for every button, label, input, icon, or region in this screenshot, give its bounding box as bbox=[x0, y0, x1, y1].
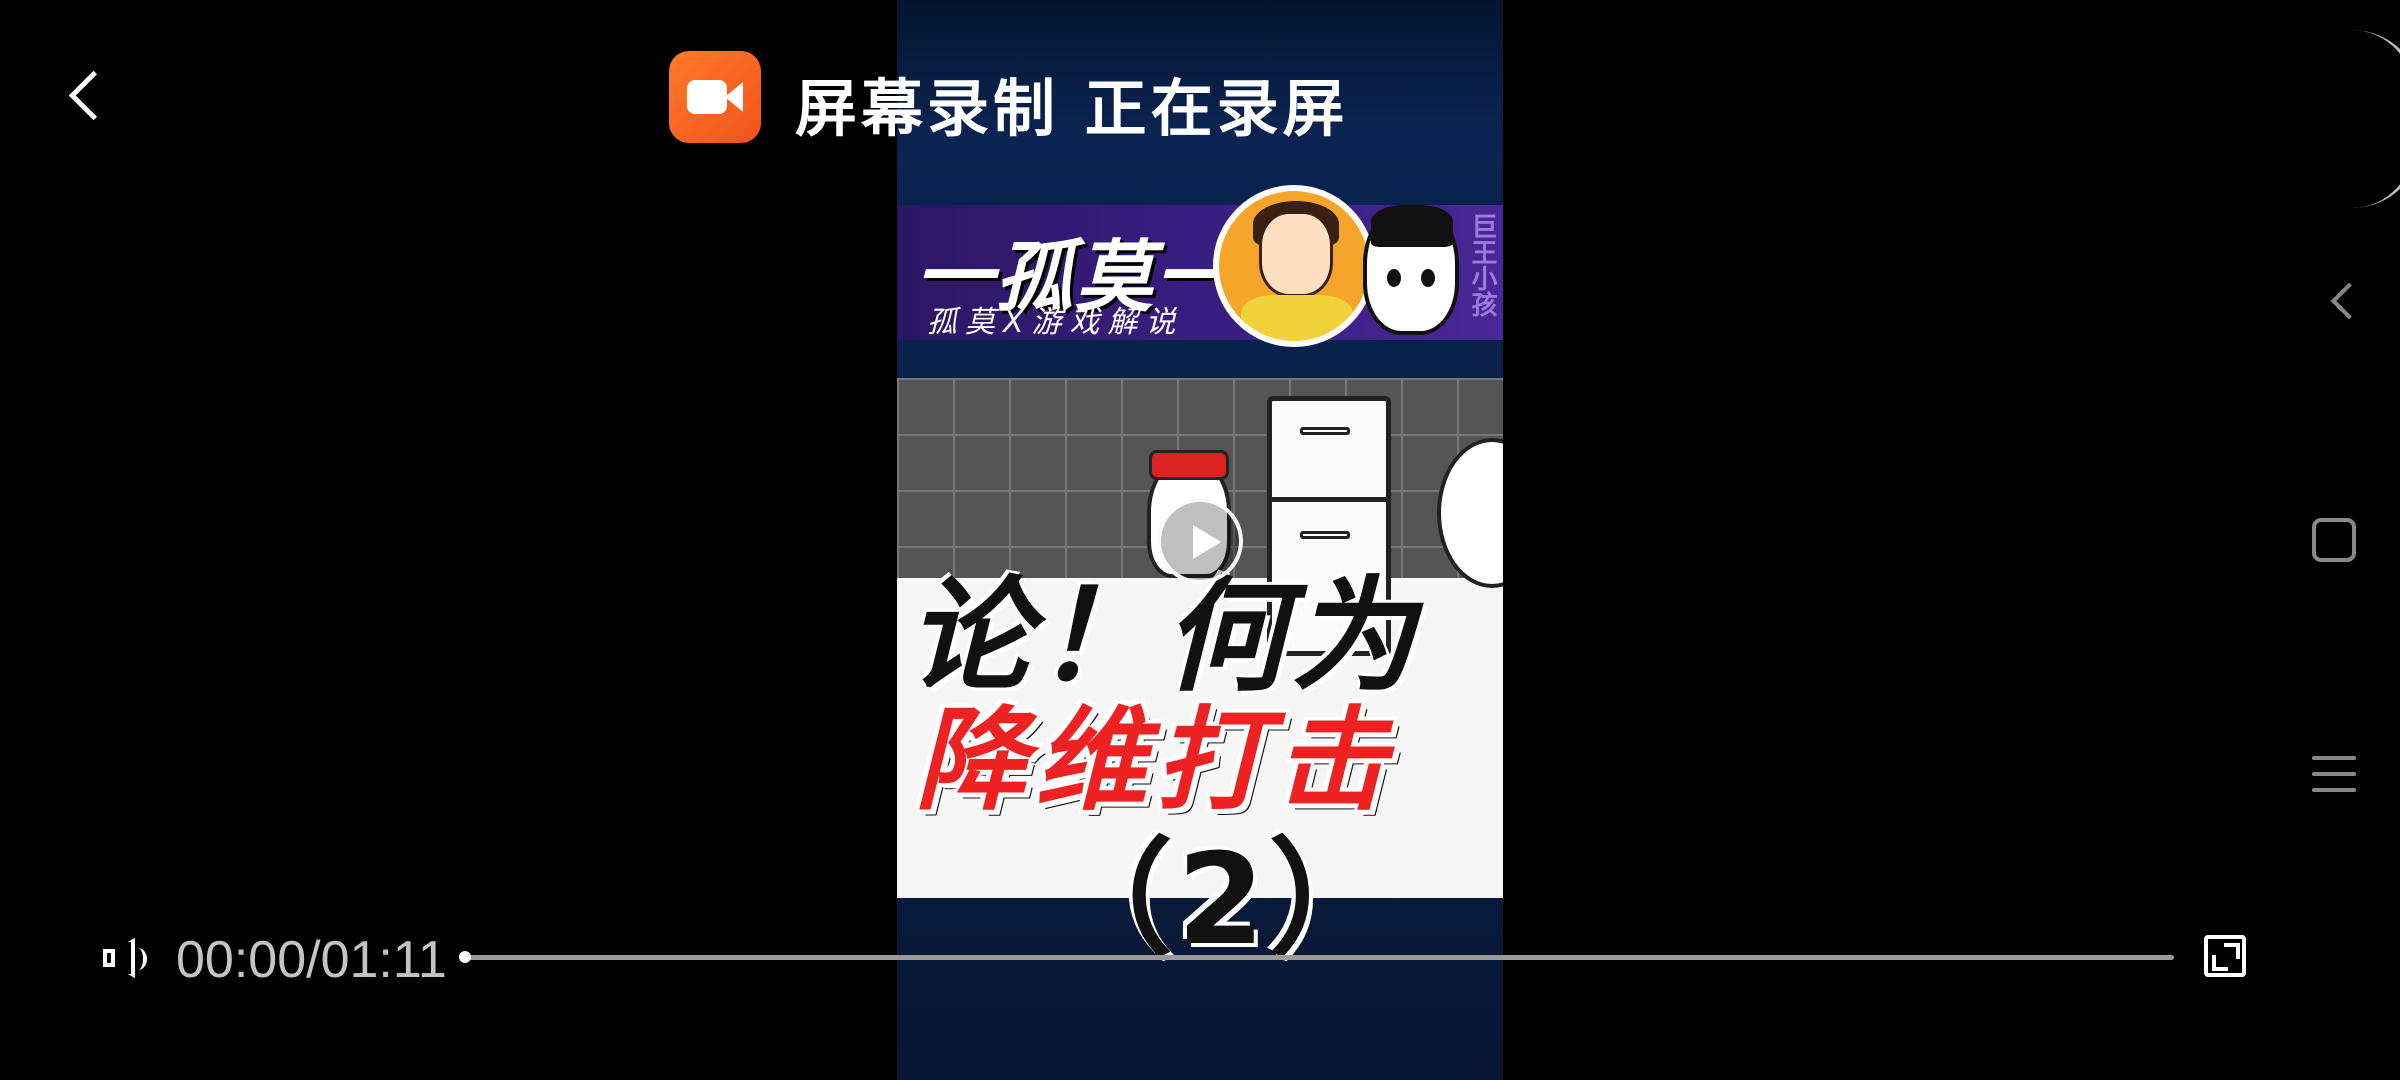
banner-subtitle: 孤莫X游戏解说 bbox=[927, 305, 1184, 340]
play-icon[interactable] bbox=[1157, 498, 1243, 584]
time-display: 00:00/01:11 bbox=[176, 931, 447, 989]
nav-back-icon[interactable] bbox=[2320, 282, 2364, 326]
volume-icon[interactable] bbox=[101, 936, 147, 982]
nav-recent-icon[interactable] bbox=[2312, 754, 2356, 794]
cartoon-face-image bbox=[1363, 205, 1459, 335]
progress-thumb[interactable] bbox=[459, 951, 471, 963]
cover-title-line3: （2） bbox=[1047, 826, 1399, 973]
back-arrow-icon[interactable] bbox=[58, 66, 118, 126]
recording-title: 屏幕录制 正在录屏 bbox=[795, 72, 1349, 145]
edge-panel-handle[interactable] bbox=[2352, 30, 2400, 208]
video-banner: 一孤莫一 孤莫X游戏解说 巨王小孩 bbox=[897, 185, 1503, 347]
ghost-hat-illustration bbox=[1149, 450, 1229, 480]
banner-side-text: 巨王小孩 bbox=[1467, 213, 1497, 317]
progress-bar[interactable] bbox=[462, 955, 2174, 960]
nav-home-icon[interactable] bbox=[2312, 518, 2356, 562]
host-avatar-image bbox=[1213, 185, 1375, 347]
fullscreen-icon[interactable] bbox=[2204, 935, 2246, 977]
video-camera-icon bbox=[669, 51, 761, 143]
